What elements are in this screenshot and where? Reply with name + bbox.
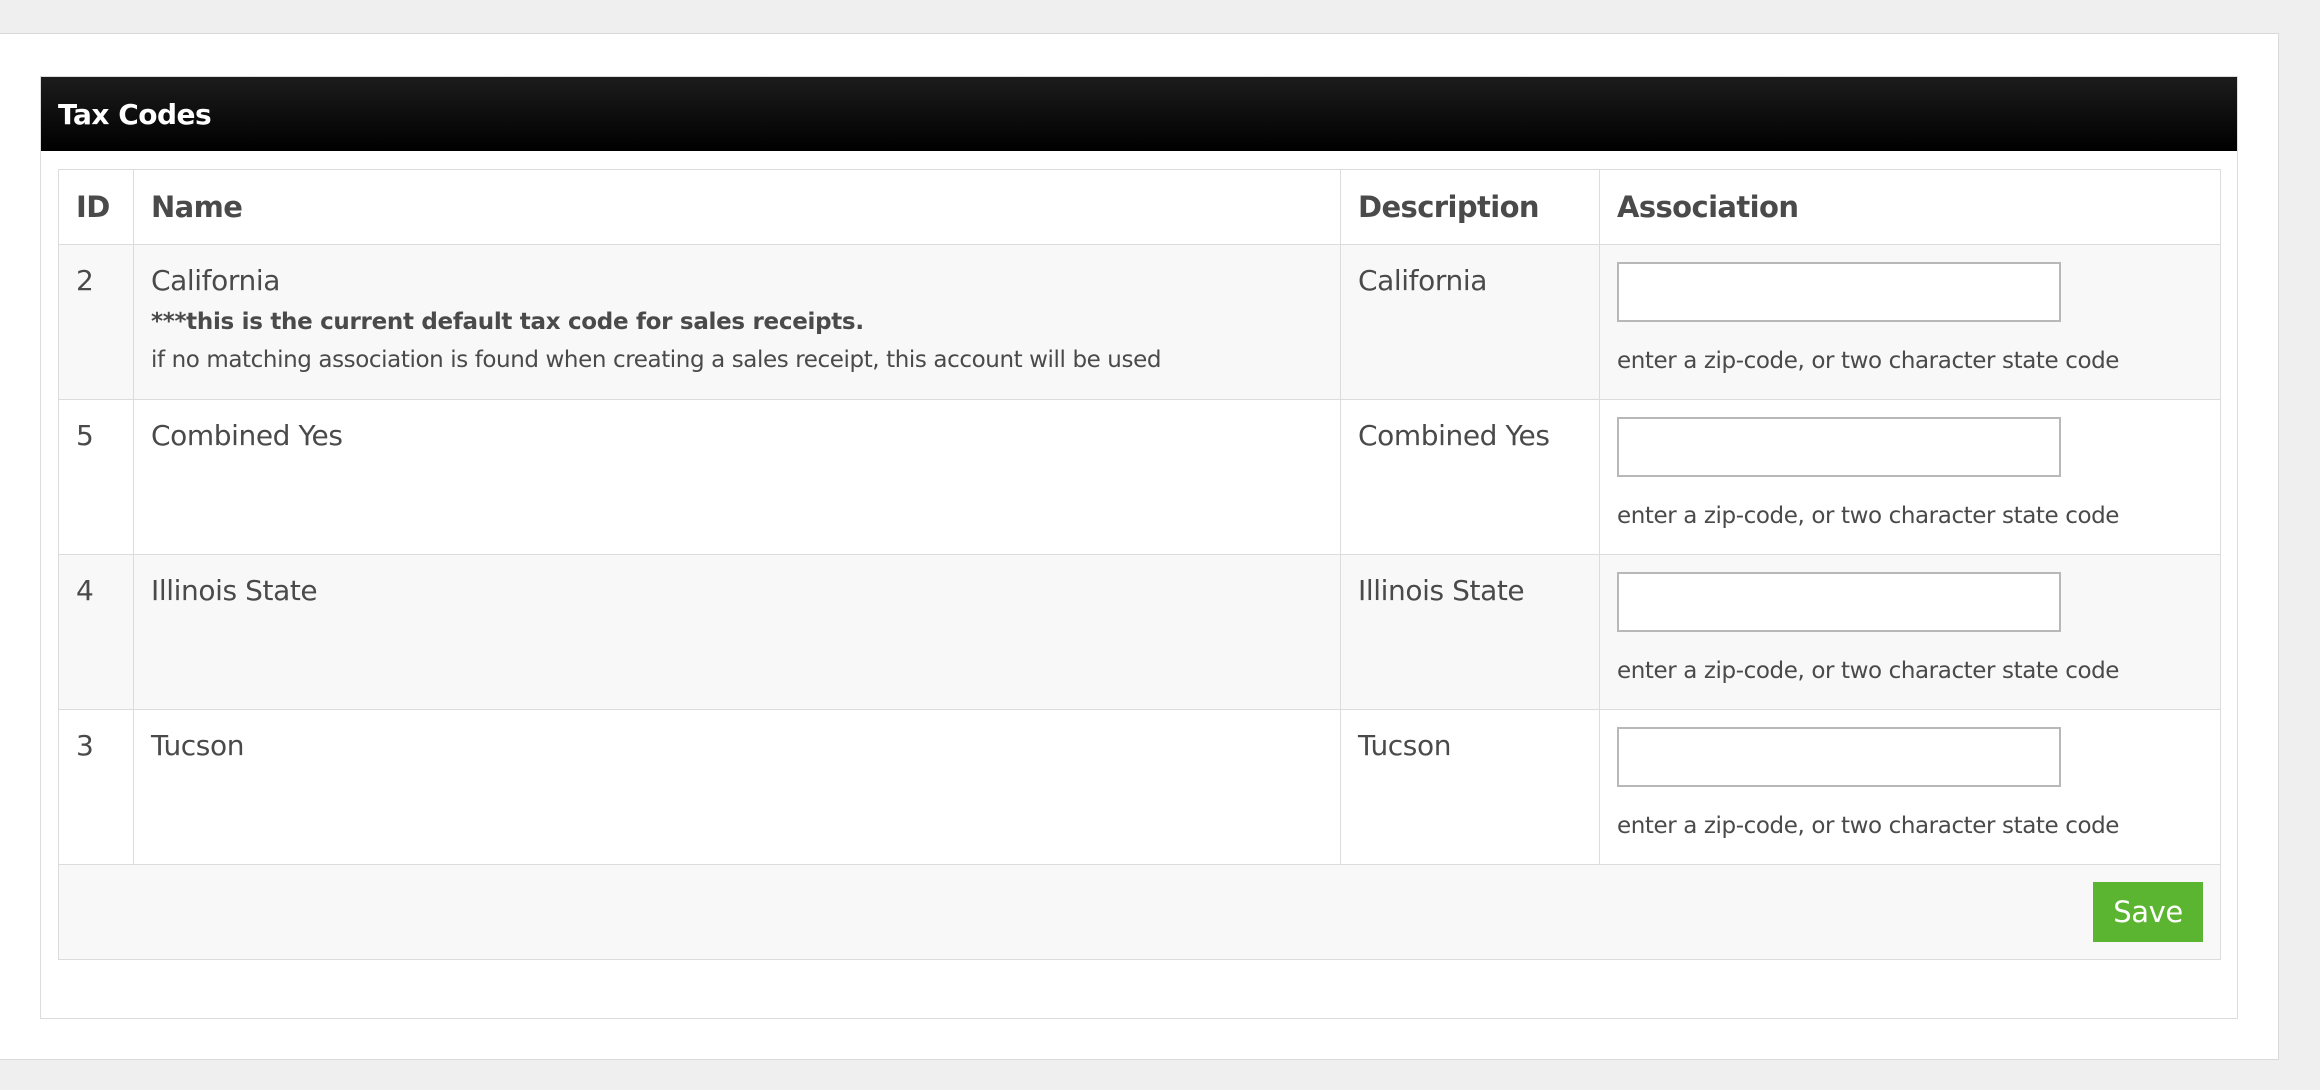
association-input[interactable] <box>1617 572 2061 632</box>
row-association-cell: enter a zip-code, or two character state… <box>1599 244 2221 400</box>
panel-header: Tax Codes <box>41 77 2237 151</box>
association-input[interactable] <box>1617 417 2061 477</box>
row-name: Tucson <box>151 729 245 762</box>
row-name: California <box>151 264 280 297</box>
column-header-association: Association <box>1599 169 2221 245</box>
table-header-row: ID Name Description Association <box>58 169 2221 245</box>
panel-title: Tax Codes <box>58 97 212 131</box>
row-description: Illinois State <box>1340 554 1600 710</box>
column-header-id: ID <box>58 169 134 245</box>
association-input[interactable] <box>1617 262 2061 322</box>
row-id: 2 <box>58 244 134 400</box>
association-help-text: enter a zip-code, or two character state… <box>1617 348 2120 374</box>
row-association-cell: enter a zip-code, or two character state… <box>1599 709 2221 865</box>
row-name-cell: California ***this is the current defaul… <box>133 244 1341 400</box>
row-association-cell: enter a zip-code, or two character state… <box>1599 399 2221 555</box>
tax-codes-panel: Tax Codes ID Name Description Associatio… <box>40 76 2238 1019</box>
tax-codes-table: ID Name Description Association 2 Califo… <box>58 169 2221 960</box>
row-id: 5 <box>58 399 134 555</box>
row-name-cell: Illinois State <box>133 554 1341 710</box>
table-row: 2 California ***this is the current defa… <box>58 244 2221 400</box>
row-name-cell: Tucson <box>133 709 1341 865</box>
association-input[interactable] <box>1617 727 2061 787</box>
row-association-cell: enter a zip-code, or two character state… <box>1599 554 2221 710</box>
table-row: 5 Combined Yes Combined Yes enter a zip-… <box>58 399 2221 555</box>
association-help-text: enter a zip-code, or two character state… <box>1617 658 2120 684</box>
association-help-text: enter a zip-code, or two character state… <box>1617 813 2120 839</box>
table-footer-row: Save <box>58 864 2221 960</box>
table-row: 3 Tucson Tucson enter a zip-code, or two… <box>58 709 2221 865</box>
row-name: Illinois State <box>151 574 318 607</box>
row-description: Tucson <box>1340 709 1600 865</box>
row-description: California <box>1340 244 1600 400</box>
table-row: 4 Illinois State Illinois State enter a … <box>58 554 2221 710</box>
page-content: Tax Codes ID Name Description Associatio… <box>0 33 2279 1060</box>
table-footer: Save <box>58 864 2221 960</box>
row-name: Combined Yes <box>151 419 343 452</box>
default-tax-code-subnote: if no matching association is found when… <box>151 347 1162 373</box>
row-description: Combined Yes <box>1340 399 1600 555</box>
row-name-cell: Combined Yes <box>133 399 1341 555</box>
default-tax-code-note: ***this is the current default tax code … <box>151 309 864 335</box>
association-help-text: enter a zip-code, or two character state… <box>1617 503 2120 529</box>
row-id: 3 <box>58 709 134 865</box>
save-button[interactable]: Save <box>2093 882 2203 942</box>
column-header-name: Name <box>133 169 1341 245</box>
row-id: 4 <box>58 554 134 710</box>
column-header-description: Description <box>1340 169 1600 245</box>
